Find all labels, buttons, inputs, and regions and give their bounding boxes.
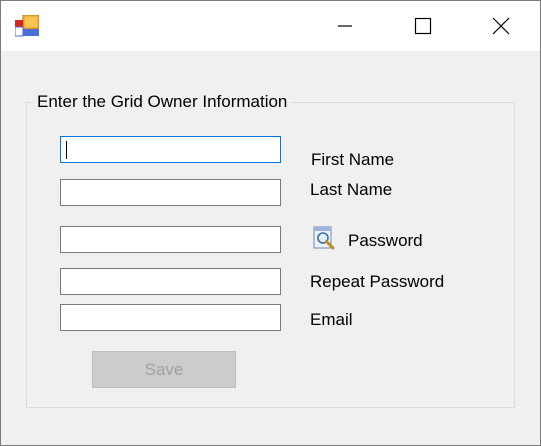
text-caret (66, 141, 67, 159)
app-window: Enter the Grid Owner Information First N… (0, 0, 541, 446)
last-name-input[interactable] (60, 179, 281, 206)
repeat-password-input[interactable] (60, 268, 281, 295)
save-button[interactable]: Save (92, 351, 236, 388)
groupbox-title: Enter the Grid Owner Information (34, 92, 291, 112)
password-input[interactable] (60, 226, 281, 253)
first-name-input[interactable] (60, 136, 281, 163)
close-icon (492, 17, 510, 35)
password-viewer-icon[interactable] (311, 225, 337, 251)
maximize-button[interactable] (384, 1, 462, 51)
repeat-password-label: Repeat Password (310, 272, 445, 291)
email-label: Email (310, 310, 353, 329)
last-name-label: Last Name (310, 180, 393, 199)
password-label: Password (348, 231, 423, 250)
title-bar[interactable] (1, 1, 540, 51)
app-icon (14, 14, 40, 37)
email-input[interactable] (60, 304, 281, 331)
minimize-button[interactable] (306, 1, 384, 51)
first-name-label: First Name (311, 150, 395, 169)
close-button[interactable] (462, 1, 540, 51)
maximize-icon (414, 17, 432, 35)
minimize-icon (338, 25, 352, 27)
